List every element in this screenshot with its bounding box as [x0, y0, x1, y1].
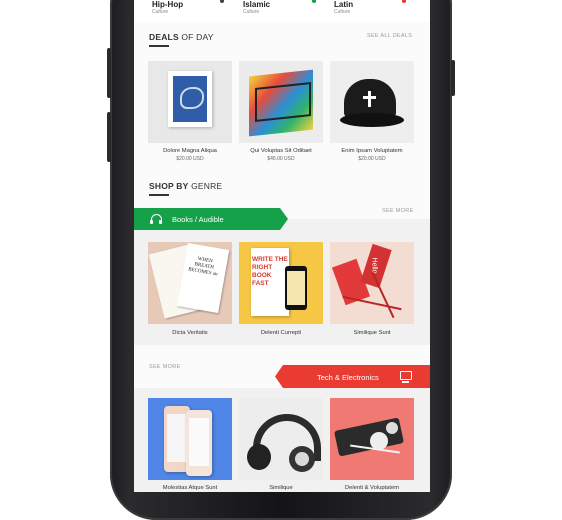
deals-title: DEALS OF DAY — [149, 32, 214, 42]
app-screen: Hip-Hop Culture Islamic Culture Latin Cu… — [134, 0, 430, 492]
tech-card[interactable]: Delenti & Voluptatem — [330, 398, 414, 492]
product-image: WHEN BREATH BECOMES air — [148, 242, 232, 324]
product-name: Similique — [269, 485, 293, 491]
deals-title-bold: DEALS — [149, 32, 179, 42]
book-card[interactable]: WRITE THE RIGHT BOOK FAST Delenti Currep… — [239, 242, 323, 340]
category-indicator — [312, 0, 316, 3]
tech-card[interactable]: Molestias Atque Sunt — [148, 398, 232, 492]
deal-card[interactable]: Qui Voluptas Sit Oditaet $45.00 USD — [239, 61, 323, 165]
genre-title: SHOP BY GENRE — [149, 181, 222, 191]
category-item[interactable]: Latin Culture — [334, 0, 353, 16]
category-item[interactable]: Hip-Hop Culture — [152, 0, 183, 16]
deal-card[interactable]: Enim Ipsam Voluptatem $20.00 USD — [330, 61, 414, 165]
product-name: Delenti & Voluptatem — [344, 485, 400, 491]
headphones-earcup — [150, 220, 153, 224]
product-name: Similique Sunt — [353, 330, 391, 336]
product-image — [239, 61, 323, 143]
product-image — [148, 398, 232, 480]
book-card[interactable]: WHEN BREATH BECOMES air Dicta Veritatis — [148, 242, 232, 340]
product-image — [330, 61, 414, 143]
book-cover-text: Hello — [370, 257, 378, 274]
monitor-stand — [402, 381, 409, 383]
product-image — [330, 398, 414, 480]
see-all-deals-link[interactable]: SEE ALL DEALS — [367, 33, 412, 39]
books-see-more-link[interactable]: SEE MORE — [382, 208, 413, 214]
category-item[interactable]: Islamic Culture — [243, 0, 270, 16]
genre-title-bold: SHOP BY — [149, 181, 189, 191]
category-indicator — [220, 0, 224, 3]
product-price: $20.00 USD — [358, 156, 386, 162]
book-cover-text: WRITE THE RIGHT BOOK FAST — [252, 256, 288, 287]
deals-title-underline — [149, 45, 169, 47]
category-title: Latin — [334, 0, 354, 9]
category-subtitle: Culture — [243, 9, 260, 15]
category-subtitle: Culture — [334, 9, 351, 15]
product-name: Enim Ipsam Voluptatem — [341, 148, 403, 154]
monitor-icon — [400, 371, 412, 380]
product-image — [148, 61, 232, 143]
category-strip: Hip-Hop Culture Islamic Culture Latin Cu… — [134, 0, 430, 22]
category-subtitle: Culture — [152, 9, 169, 15]
phone-side-button — [451, 60, 455, 96]
product-name: Qui Voluptas Sit Oditaet — [250, 148, 312, 154]
deal-card[interactable]: Dolore Magna Aliqua $20.00 USD — [148, 61, 232, 165]
books-audible-label: Books / Audible — [172, 215, 224, 224]
tech-card[interactable]: Similique — [239, 398, 323, 492]
product-name: Delenti Currepti — [260, 330, 302, 336]
genre-title-underline — [149, 194, 169, 196]
genre-title-rest: GENRE — [191, 181, 223, 191]
product-image — [239, 398, 323, 480]
tech-see-more-link[interactable]: SEE MORE — [149, 364, 180, 370]
phone-side-button — [107, 112, 111, 162]
product-name: Dolore Magna Aliqua — [163, 148, 217, 154]
book-card[interactable]: Hello Similique Sunt — [330, 242, 414, 340]
tech-electronics-label: Tech & Electronics — [317, 373, 379, 382]
deals-title-rest: OF DAY — [181, 32, 214, 42]
category-title: Hip-Hop — [152, 0, 184, 9]
product-image: Hello — [330, 242, 414, 324]
product-price: $20.00 USD — [176, 156, 204, 162]
headphones-earcup — [159, 220, 162, 224]
category-title: Islamic — [243, 0, 271, 9]
product-name: Dicta Veritatis — [172, 330, 208, 336]
product-image: WRITE THE RIGHT BOOK FAST — [239, 242, 323, 324]
product-price: $45.00 USD — [267, 156, 295, 162]
category-indicator — [402, 0, 406, 3]
product-name: Molestias Atque Sunt — [162, 485, 218, 491]
phone-side-button — [107, 48, 111, 98]
